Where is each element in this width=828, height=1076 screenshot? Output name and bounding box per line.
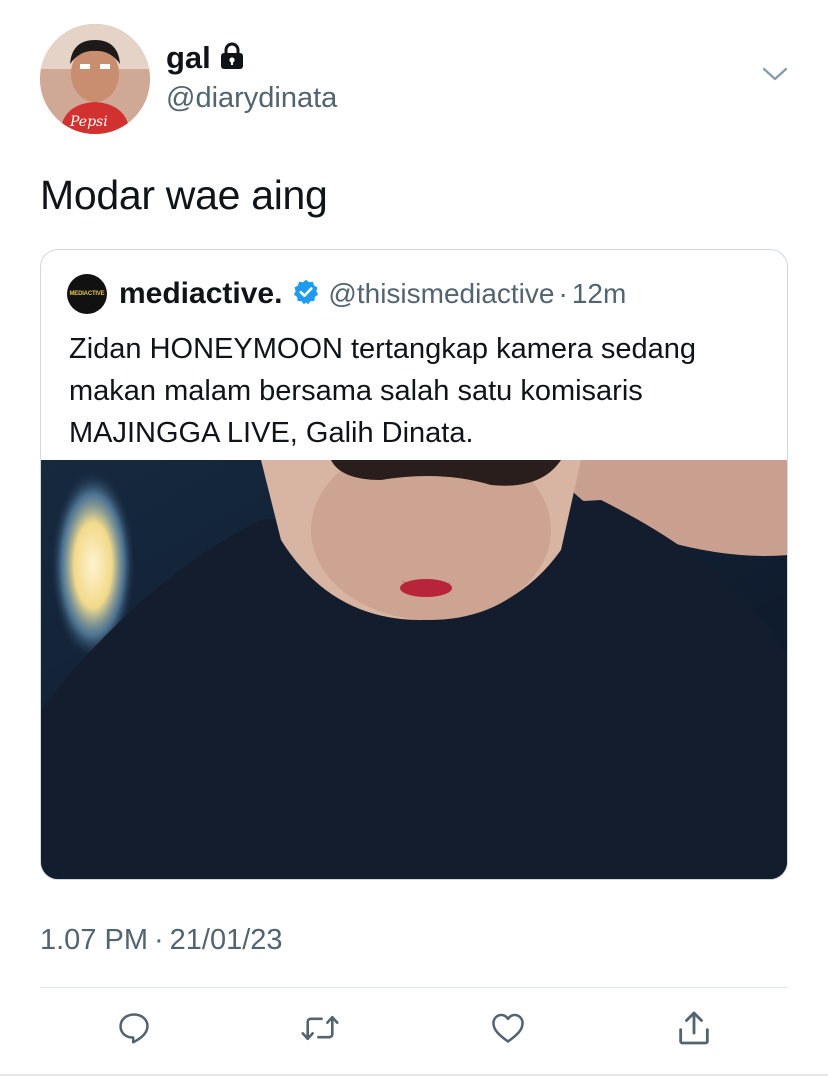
quoted-tweet[interactable]: MEDIACTIVE mediactive. @thisismediactive… — [40, 249, 788, 880]
share-button[interactable] — [672, 1008, 716, 1052]
avatar[interactable]: Pepsi — [40, 24, 150, 134]
timestamp-separator: · — [154, 924, 164, 956]
verified-badge-icon — [292, 278, 320, 311]
divider — [40, 987, 788, 988]
display-name[interactable]: gal — [166, 40, 211, 76]
user-handle[interactable]: @diarydinata — [166, 82, 337, 115]
reply-button[interactable] — [112, 1008, 156, 1052]
quoted-avatar-logo-text: MEDIACTIVE — [69, 291, 105, 297]
quoted-display-name[interactable]: mediactive. — [119, 277, 282, 311]
tweet-timestamp: 1.07 PM · 21/01/23 — [40, 924, 283, 957]
chevron-down-icon[interactable] — [762, 66, 788, 87]
quoted-media-photo[interactable] — [41, 440, 787, 879]
timestamp-time: 1.07 PM — [40, 924, 148, 956]
name-row: gal — [166, 40, 245, 76]
quoted-tweet-header: MEDIACTIVE mediactive. @thisismediactive… — [67, 274, 626, 314]
reply-icon — [115, 1009, 153, 1052]
retweet-icon — [300, 1009, 340, 1052]
separator-dot: · — [558, 278, 568, 309]
tweet-text: Modar wae aing — [40, 172, 328, 218]
quoted-time[interactable]: 12m — [572, 278, 626, 310]
lock-icon — [219, 42, 245, 75]
tweet-actions — [40, 1008, 788, 1056]
like-button[interactable] — [486, 1008, 530, 1052]
tweet-header: Pepsi gal @diarydinata — [40, 24, 790, 136]
retweet-button[interactable] — [298, 1008, 342, 1052]
quoted-avatar[interactable]: MEDIACTIVE — [67, 274, 107, 314]
quoted-tweet-text: Zidan HONEYMOON tertangkap kamera sedang… — [69, 333, 696, 449]
timestamp-date: 21/01/23 — [169, 924, 283, 956]
share-icon — [674, 1008, 714, 1053]
heart-icon — [488, 1009, 528, 1052]
quoted-handle[interactable]: @thisismediactive — [328, 278, 554, 310]
svg-text:Pepsi: Pepsi — [69, 114, 108, 130]
